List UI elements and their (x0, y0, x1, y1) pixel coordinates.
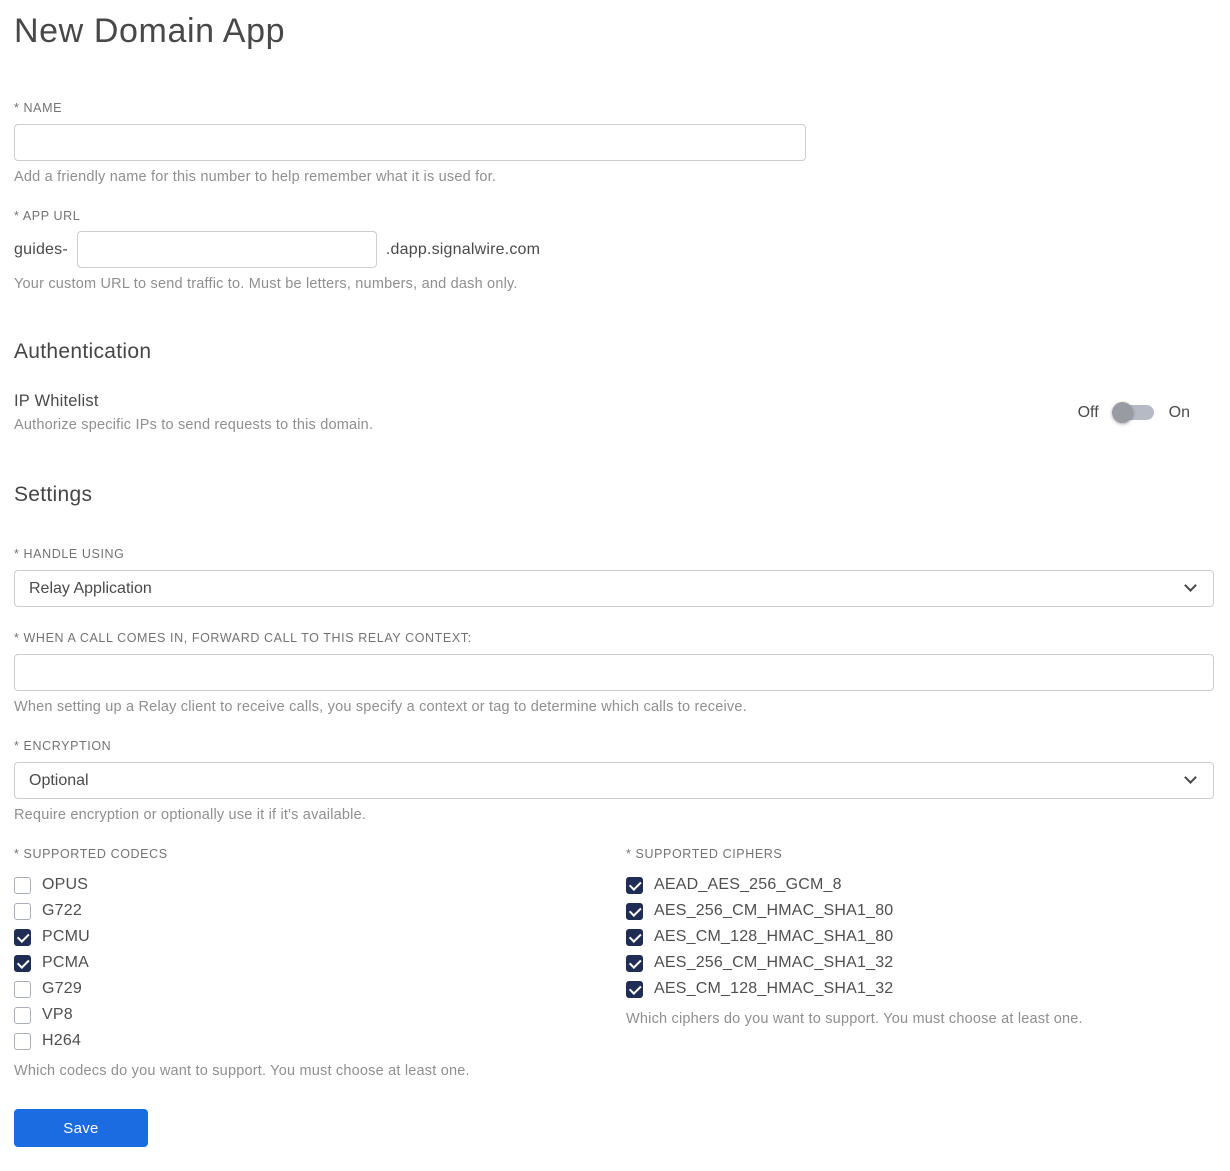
app-url-label: * APP URL (14, 209, 81, 223)
handle-using-label: * HANDLE USING (14, 547, 125, 561)
relay-context-helper: When setting up a Relay client to receiv… (14, 699, 747, 715)
name-helper: Add a friendly name for this number to h… (14, 169, 497, 185)
encryption-value: Optional (29, 771, 89, 789)
name-input[interactable] (14, 124, 806, 161)
handle-using-value: Relay Application (29, 579, 152, 597)
handle-using-group: * HANDLE USING Relay Application (14, 547, 1214, 607)
codecs-ciphers-columns: * SUPPORTED CODECS OPUS G722 PCMU PCMA G… (14, 847, 1214, 1079)
encryption-group: * ENCRYPTION Optional Require encryption… (14, 739, 1214, 823)
codec-label: H264 (42, 1032, 82, 1049)
toggle-off-label: Off (1077, 403, 1099, 421)
cipher-checkbox[interactable] (626, 928, 643, 946)
codec-label: G722 (42, 902, 82, 919)
cipher-row[interactable]: AES_CM_128_HMAC_SHA1_32 (626, 976, 1214, 1002)
name-field-group: * NAME Add a friendly name for this numb… (14, 101, 1214, 185)
ciphers-helper: Which ciphers do you want to support. Yo… (626, 1011, 1083, 1027)
cipher-row[interactable]: AES_CM_128_HMAC_SHA1_80 (626, 924, 1214, 950)
app-url-field-group: * APP URL guides- .dapp.signalwire.com Y… (14, 209, 1214, 292)
codec-checkbox[interactable] (14, 1032, 31, 1050)
name-label: * NAME (14, 101, 63, 115)
settings-heading: Settings (14, 483, 93, 506)
encryption-helper: Require encryption or optionally use it … (14, 807, 367, 823)
supported-ciphers-group: * SUPPORTED CIPHERS AEAD_AES_256_GCM_8 A… (626, 847, 1214, 1079)
cipher-label: AES_256_CM_HMAC_SHA1_32 (654, 954, 894, 971)
codec-checkbox[interactable] (14, 980, 31, 998)
app-url-row: guides- .dapp.signalwire.com (14, 231, 1214, 268)
page-title: New Domain App (14, 12, 286, 50)
app-url-helper: Your custom URL to send traffic to. Must… (14, 276, 518, 292)
new-domain-app-page: New Domain App * NAME Add a friendly nam… (0, 0, 1230, 1171)
cipher-list: AEAD_AES_256_GCM_8 AES_256_CM_HMAC_SHA1_… (626, 872, 1214, 1002)
save-button[interactable]: Save (14, 1109, 148, 1147)
codec-checkbox[interactable] (14, 1006, 31, 1024)
codec-checkbox[interactable] (14, 954, 31, 972)
codec-row[interactable]: PCMA (14, 950, 626, 976)
codec-row[interactable]: VP8 (14, 1002, 626, 1028)
codec-row[interactable]: G729 (14, 976, 626, 1002)
supported-codecs-group: * SUPPORTED CODECS OPUS G722 PCMU PCMA G… (14, 847, 626, 1079)
supported-ciphers-label: * SUPPORTED CIPHERS (626, 847, 783, 861)
codecs-helper: Which codecs do you want to support. You… (14, 1063, 470, 1079)
relay-context-group: * WHEN A CALL COMES IN, FORWARD CALL TO … (14, 631, 1214, 715)
ip-whitelist-row: IP Whitelist Authorize specific IPs to s… (14, 392, 1214, 433)
app-url-prefix: guides- (14, 240, 68, 258)
codec-label: PCMU (42, 928, 90, 945)
cipher-row[interactable]: AEAD_AES_256_GCM_8 (626, 872, 1214, 898)
codec-checkbox[interactable] (14, 902, 31, 920)
ip-whitelist-toggle[interactable] (1111, 402, 1154, 423)
relay-context-label: * WHEN A CALL COMES IN, FORWARD CALL TO … (14, 631, 472, 645)
ip-whitelist-toggle-group: Off On (1077, 402, 1190, 423)
toggle-on-label: On (1168, 403, 1190, 421)
ip-whitelist-text: IP Whitelist Authorize specific IPs to s… (14, 392, 373, 433)
codec-list: OPUS G722 PCMU PCMA G729 VP8 H264 (14, 872, 626, 1054)
cipher-checkbox[interactable] (626, 980, 643, 998)
codec-row[interactable]: H264 (14, 1028, 626, 1054)
cipher-label: AES_256_CM_HMAC_SHA1_80 (654, 902, 894, 919)
codec-row[interactable]: PCMU (14, 924, 626, 950)
cipher-checkbox[interactable] (626, 954, 643, 972)
codec-label: G729 (42, 980, 82, 997)
encryption-select[interactable]: Optional (14, 762, 1214, 799)
codec-checkbox[interactable] (14, 928, 31, 946)
app-url-input[interactable] (76, 231, 377, 268)
cipher-label: AES_CM_128_HMAC_SHA1_32 (654, 980, 894, 997)
codec-label: OPUS (42, 876, 89, 893)
relay-context-input[interactable] (14, 654, 1214, 691)
cipher-label: AEAD_AES_256_GCM_8 (654, 876, 842, 893)
cipher-row[interactable]: AES_256_CM_HMAC_SHA1_32 (626, 950, 1214, 976)
codec-label: PCMA (42, 954, 90, 971)
chevron-down-icon (1184, 771, 1197, 784)
codec-label: VP8 (42, 1006, 73, 1023)
chevron-down-icon (1184, 579, 1197, 592)
codec-checkbox[interactable] (14, 876, 31, 894)
toggle-knob-icon (1111, 402, 1133, 423)
codec-row[interactable]: G722 (14, 898, 626, 924)
cipher-checkbox[interactable] (626, 876, 643, 894)
codec-row[interactable]: OPUS (14, 872, 626, 898)
encryption-label: * ENCRYPTION (14, 739, 112, 753)
authentication-heading: Authentication (14, 340, 152, 363)
cipher-row[interactable]: AES_256_CM_HMAC_SHA1_80 (626, 898, 1214, 924)
cipher-label: AES_CM_128_HMAC_SHA1_80 (654, 928, 894, 945)
cipher-checkbox[interactable] (626, 902, 643, 920)
handle-using-select[interactable]: Relay Application (14, 570, 1214, 607)
app-url-suffix: .dapp.signalwire.com (385, 240, 541, 258)
ip-whitelist-label: IP Whitelist (14, 392, 99, 410)
supported-codecs-label: * SUPPORTED CODECS (14, 847, 168, 861)
ip-whitelist-helper: Authorize specific IPs to send requests … (14, 417, 374, 433)
